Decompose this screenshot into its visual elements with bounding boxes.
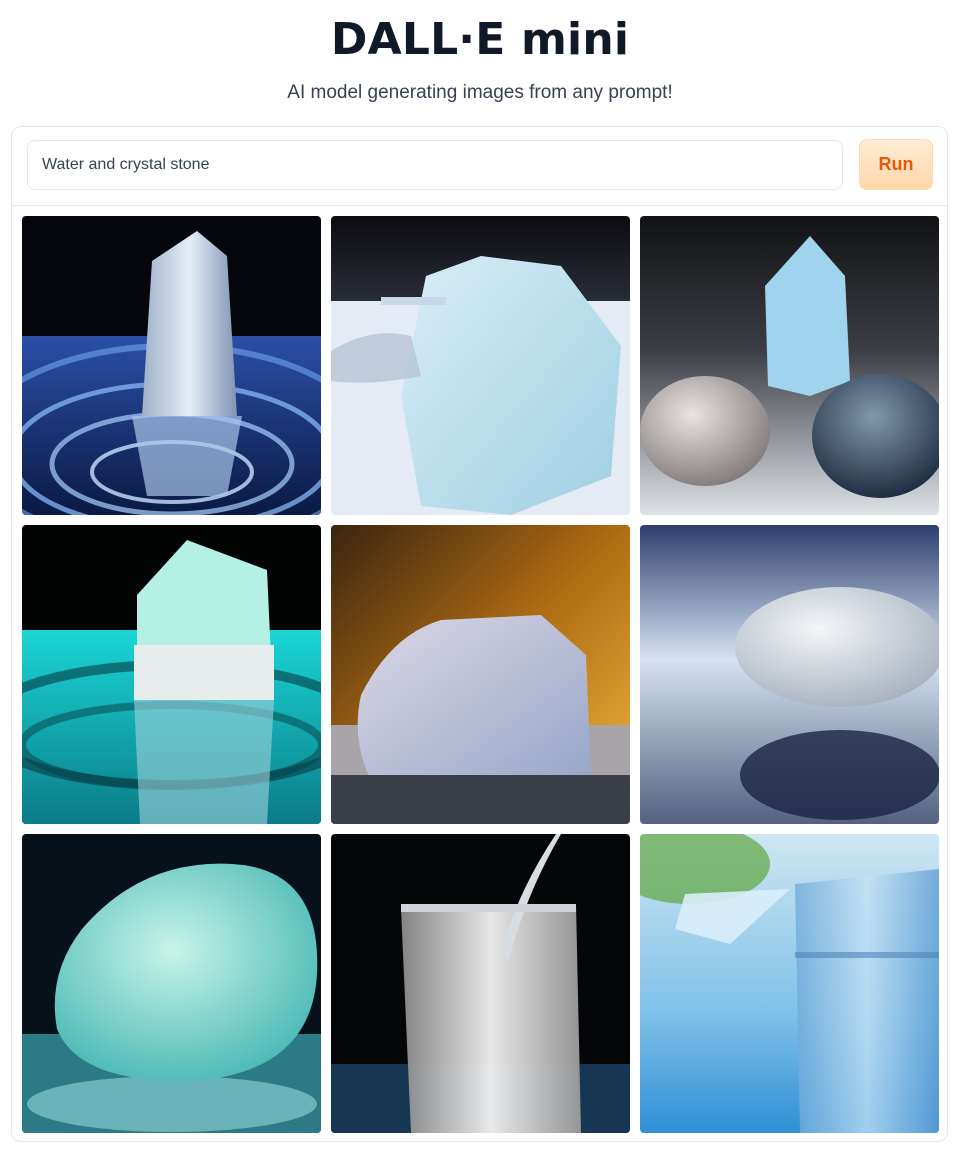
turquoise-stone-image [22,834,321,1133]
app-panel: Run [11,126,948,1142]
prompt-input[interactable] [27,140,843,190]
generated-image-4[interactable] [22,525,321,824]
ice-rock-image [331,525,630,824]
generated-image-5[interactable] [331,525,630,824]
ice-stone-splash-image [331,216,630,515]
glass-crystal-image [640,834,939,1133]
generated-image-7[interactable] [22,834,321,1133]
page-subtitle: AI model generating images from any prom… [287,82,673,103]
generated-image-1[interactable] [22,216,321,515]
generated-image-6[interactable] [640,525,939,824]
generated-image-2[interactable] [331,216,630,515]
image-gallery [22,216,940,1134]
generated-image-9[interactable] [640,834,939,1133]
prompt-toolbar: Run [12,127,947,206]
pebble-reflection-image [640,525,939,824]
water-glass-image [331,834,630,1133]
generated-image-3[interactable] [640,216,939,515]
crystal-ripples-image [22,216,321,515]
run-button[interactable]: Run [859,139,933,190]
crystal-turquoise-image [22,525,321,824]
crystal-pebbles-image [640,216,939,515]
generated-image-8[interactable] [331,834,630,1133]
page-title: DALL·E mini [330,14,630,65]
